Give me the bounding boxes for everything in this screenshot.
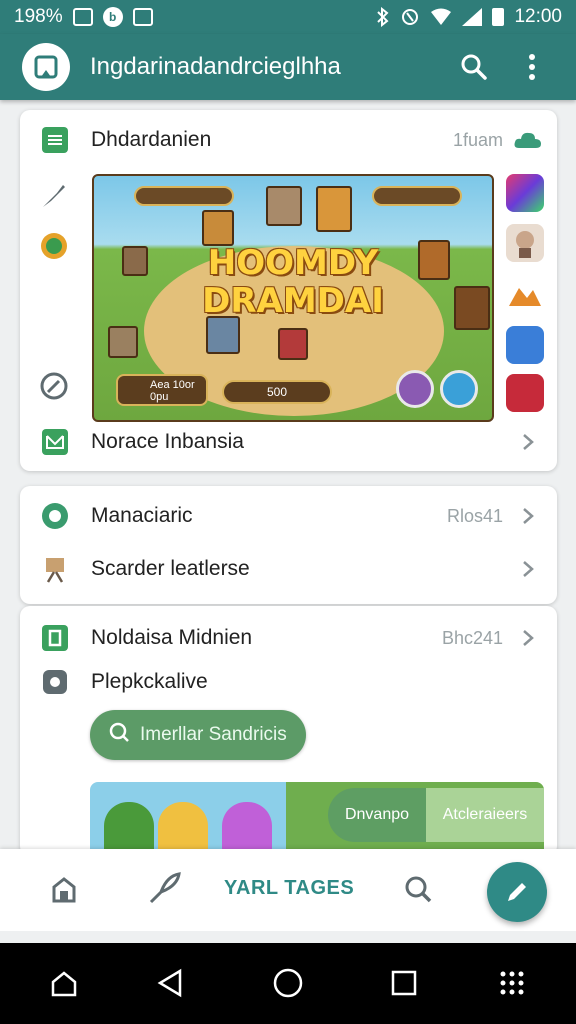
game-banner-image[interactable]: HOOMDY DRAMDAI Aea 10or 0pu 500: [92, 174, 494, 422]
edit-icon[interactable]: [36, 368, 72, 404]
alert-box-icon: [132, 8, 153, 26]
target-icon: [40, 501, 70, 531]
featured-card: Dhdardanien 1fuam HOOMDY DRAMDAI Aea 10o…: [20, 110, 557, 471]
game-thumb-1[interactable]: [506, 174, 544, 212]
battery-icon: [492, 8, 505, 26]
status-left: 198% b: [14, 6, 153, 28]
list-card-3: Noldaisa Midnien Bhc241 Plepkckalive Ime…: [20, 606, 557, 862]
game-building: [206, 316, 240, 354]
easel-icon: [40, 554, 70, 584]
game-building: [278, 328, 308, 360]
featured-header-row[interactable]: Dhdardanien 1fuam: [20, 118, 557, 162]
game-building: [108, 326, 138, 358]
bottom-nav: YARL TAGES: [0, 849, 576, 931]
game-building: [202, 210, 234, 246]
notification-icon: b: [102, 7, 123, 27]
more-vert-icon[interactable]: [510, 45, 554, 89]
game-hud-player-line1: Aea 10or: [150, 379, 195, 391]
layers-icon: [40, 125, 70, 155]
mail-icon: [40, 427, 70, 457]
wifi-icon: [430, 8, 452, 26]
list-item-label: Manaciaric: [91, 504, 193, 527]
bluetooth-icon: [376, 7, 390, 27]
list-item-meta: Rlos41: [446, 505, 503, 526]
search-icon[interactable]: [452, 45, 496, 89]
game-hud-resource-right: [372, 186, 462, 206]
chevron-right-icon: [519, 560, 537, 578]
game-hud-button: [440, 370, 478, 408]
recents-icon[interactable]: [384, 963, 424, 1003]
apps-grid-icon[interactable]: [492, 963, 532, 1003]
game-title: HOOMDY DRAMDAI: [94, 244, 492, 320]
list-item-meta: Bhc241: [441, 627, 503, 648]
game-hud-counter: 500: [222, 380, 332, 404]
list-item-label: Noldaisa Midnien: [91, 626, 253, 649]
featured-footer-label: Norace Inbansia: [91, 430, 244, 453]
game-building: [266, 186, 302, 226]
list-item[interactable]: Scarder leatlerse: [20, 547, 557, 591]
nfc-icon: [400, 7, 420, 27]
list-item[interactable]: Plepkckalive: [20, 660, 557, 704]
search-icon[interactable]: [398, 869, 438, 909]
app-title: Ingdarinadandrcieglhha: [90, 53, 341, 80]
game-thumb-4[interactable]: [506, 326, 544, 364]
app-bar: Ingdarinadandrcieglhha: [0, 34, 576, 100]
chip-label: Imerllar Sandricis: [140, 724, 287, 745]
pen-icon[interactable]: [487, 862, 547, 922]
featured-footer-row[interactable]: Norace Inbansia: [20, 420, 557, 464]
game-thumb-3[interactable]: [506, 276, 544, 314]
list-item-label: Plepkckalive: [91, 670, 208, 693]
status-bar: 198% b 12:00: [0, 0, 576, 34]
nav-label[interactable]: YARL TAGES: [224, 877, 354, 900]
chevron-right-icon: [519, 507, 537, 525]
status-right: 12:00: [376, 6, 562, 28]
list-item[interactable]: Noldaisa Midnien Bhc241: [20, 616, 557, 660]
brush-icon[interactable]: [36, 178, 72, 214]
featured-header-label: Dhdardanien: [91, 128, 212, 151]
chevron-right-icon: [519, 433, 537, 451]
game-title-line1: HOOMDY: [207, 243, 379, 283]
search-chip-button[interactable]: Imerllar Sandricis: [90, 710, 306, 760]
cloud-icon[interactable]: [513, 128, 543, 152]
list-card-2: Manaciaric Rlos41 Scarder leatlerse: [20, 486, 557, 604]
quill-icon[interactable]: [144, 869, 184, 909]
game-title-line2: DRAMDAI: [202, 281, 384, 321]
game-hud-button: [396, 370, 434, 408]
game-thumb-2[interactable]: [506, 224, 544, 262]
game-hud-player-line2: 0pu: [150, 391, 169, 403]
search-icon: [108, 721, 130, 749]
clock: 12:00: [514, 6, 562, 27]
chevron-right-icon: [519, 629, 537, 647]
list-item[interactable]: Manaciaric Rlos41: [20, 494, 557, 538]
game-hud-player: Aea 10or 0pu: [116, 374, 208, 406]
palette-icon: [40, 667, 70, 697]
battery-percent: 198%: [14, 6, 63, 27]
signal-icon: [462, 8, 483, 26]
game-thumb-5[interactable]: [506, 374, 544, 412]
featured-header-meta: 1fuam: [452, 129, 503, 150]
list-item-label: Scarder leatlerse: [91, 557, 250, 580]
nav-divider: [0, 931, 576, 943]
game-hud-resource: [134, 186, 234, 206]
shield-icon: [40, 623, 70, 653]
preview-chip[interactable]: Atcleraieers: [426, 788, 544, 842]
home-icon[interactable]: [44, 869, 84, 909]
coin-icon[interactable]: [36, 228, 72, 264]
system-home-icon[interactable]: [44, 963, 84, 1003]
game-building: [316, 186, 352, 232]
back-icon[interactable]: [150, 963, 190, 1003]
preview-chip[interactable]: Dnvanpo: [328, 788, 426, 842]
system-nav-bar: [0, 943, 576, 1024]
app-logo-icon[interactable]: [22, 43, 70, 91]
home-circle-icon[interactable]: [268, 963, 308, 1003]
image-icon: [72, 8, 93, 26]
